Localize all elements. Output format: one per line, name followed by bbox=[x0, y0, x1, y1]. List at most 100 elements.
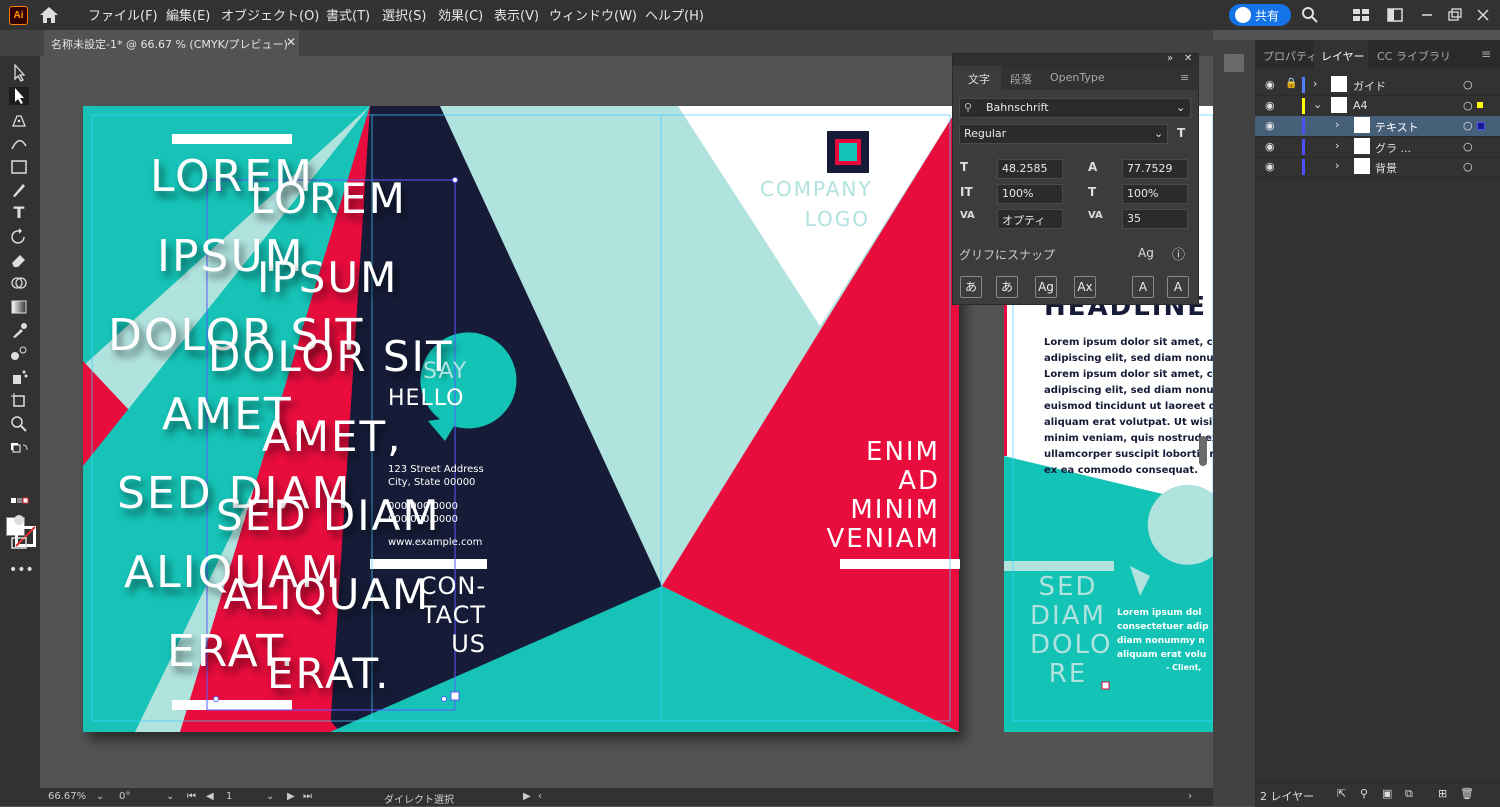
glyph-snap-angular-button[interactable]: A bbox=[1132, 276, 1154, 298]
menu-file[interactable]: ファイル(F) bbox=[88, 5, 158, 24]
tab-properties[interactable]: プロパティ bbox=[1263, 48, 1317, 64]
chevron-down-icon[interactable]: ⌄ bbox=[96, 791, 104, 802]
font-size-field[interactable]: 48.2585 bbox=[997, 159, 1063, 179]
selection-tool-icon[interactable] bbox=[9, 64, 29, 82]
comments-icon[interactable] bbox=[1224, 54, 1244, 72]
expand-chevron-icon[interactable]: › bbox=[1335, 118, 1339, 131]
font-tool-icon[interactable]: T bbox=[1177, 126, 1185, 140]
status-menu-arrow-icon[interactable]: ▶ bbox=[523, 791, 531, 802]
headline-stack-b-3[interactable]: DOLOR SIT bbox=[208, 332, 454, 381]
panel-menu-icon[interactable]: ≡ bbox=[1180, 71, 1189, 84]
target-icon[interactable]: ○ bbox=[1463, 140, 1473, 153]
screen-mode-icon[interactable] bbox=[9, 534, 29, 552]
menu-effect[interactable]: 効果(C) bbox=[438, 5, 483, 24]
target-icon[interactable]: ○ bbox=[1463, 78, 1473, 91]
eye-icon[interactable]: ◉ bbox=[1265, 78, 1275, 91]
close-panel-icon[interactable]: ✕ bbox=[1184, 53, 1192, 64]
last-artboard-icon[interactable]: ⏭ bbox=[303, 791, 312, 802]
headline-stack-b-4[interactable]: AMET, bbox=[262, 412, 403, 461]
new-sublayer-icon[interactable]: ⧉ bbox=[1405, 787, 1413, 801]
rectangle-tool-icon[interactable] bbox=[9, 158, 29, 176]
pen-tool-icon[interactable] bbox=[9, 111, 29, 129]
rotation-value[interactable]: 0° bbox=[119, 791, 130, 802]
minimize-icon[interactable] bbox=[1418, 6, 1436, 24]
blend-tool-icon[interactable] bbox=[9, 344, 29, 362]
layer-row-text[interactable]: ◉ › テキスト ○ bbox=[1255, 116, 1500, 137]
share-button[interactable]: 共有 bbox=[1229, 4, 1291, 26]
workspace-icon[interactable] bbox=[1352, 6, 1370, 24]
glyph-snap-xheight-button[interactable]: あ bbox=[996, 276, 1018, 298]
tab-opentype[interactable]: OpenType bbox=[1050, 71, 1105, 84]
collapse-chevron-icon[interactable]: ⌄ bbox=[1313, 98, 1322, 111]
scroll-left-icon[interactable]: ‹ bbox=[538, 791, 542, 802]
expand-chevron-icon[interactable]: › bbox=[1335, 159, 1339, 172]
eyedropper-tool-icon[interactable] bbox=[9, 321, 29, 339]
shape-builder-tool-icon[interactable] bbox=[9, 274, 29, 292]
glyph-snap-proximity-button[interactable]: Ax bbox=[1074, 276, 1096, 298]
next-artboard-icon[interactable]: ▶ bbox=[287, 791, 295, 802]
zoom-tool-icon[interactable] bbox=[9, 414, 29, 432]
chevron-down-icon[interactable]: ⌄ bbox=[266, 791, 274, 802]
info-icon[interactable]: ⓘ bbox=[1172, 244, 1185, 263]
layer-row-guides[interactable]: ◉ 🔒 › ガイド ○ bbox=[1255, 75, 1500, 96]
target-icon[interactable]: ○ bbox=[1463, 99, 1473, 112]
close-tab-icon[interactable]: ✕ bbox=[286, 35, 296, 49]
zoom-level[interactable]: 66.67% bbox=[48, 791, 86, 802]
menu-object[interactable]: オブジェクト(O) bbox=[221, 5, 319, 24]
layer-row-a4[interactable]: ◉ ⌄ A4 ○ bbox=[1255, 96, 1500, 117]
previous-artboard-icon[interactable]: ◀ bbox=[206, 791, 214, 802]
paintbrush-tool-icon[interactable] bbox=[9, 181, 29, 199]
expand-chevron-icon[interactable]: › bbox=[1335, 139, 1339, 152]
kerning-field[interactable]: オプティ bbox=[997, 209, 1063, 229]
eye-icon[interactable]: ◉ bbox=[1265, 99, 1275, 112]
leading-field[interactable]: 77.7529 bbox=[1122, 159, 1188, 179]
home-icon[interactable] bbox=[38, 5, 60, 25]
menu-edit[interactable]: 編集(E) bbox=[166, 5, 210, 24]
tab-cc-libraries[interactable]: CC ライブラリ bbox=[1377, 48, 1451, 64]
direct-selection-tool-icon[interactable] bbox=[9, 87, 29, 105]
eraser-tool-icon[interactable] bbox=[9, 251, 29, 269]
glyph-snap-anchor-button[interactable]: A bbox=[1167, 276, 1189, 298]
panel-menu-icon[interactable]: ≡ bbox=[1481, 47, 1491, 61]
font-family-field[interactable]: ⚲ Bahnschrift ⌄ bbox=[959, 98, 1191, 118]
glyph-snap-baseline-button[interactable]: あ bbox=[960, 276, 982, 298]
font-style-field[interactable]: Regular ⌄ bbox=[959, 124, 1168, 144]
menu-window[interactable]: ウィンドウ(W) bbox=[549, 5, 637, 24]
horizontal-scale-field[interactable]: 100% bbox=[1122, 184, 1188, 204]
headline-stack-b-2[interactable]: IPSUM bbox=[257, 253, 398, 302]
menu-type[interactable]: 書式(T) bbox=[326, 5, 370, 24]
scroll-right-icon[interactable]: › bbox=[1188, 791, 1192, 802]
rotate-tool-icon[interactable] bbox=[9, 228, 29, 246]
vertical-scrollbar-thumb[interactable] bbox=[1199, 436, 1207, 466]
tab-paragraph[interactable]: 段落 bbox=[1010, 71, 1032, 87]
chevron-down-icon[interactable]: ⌄ bbox=[166, 791, 174, 802]
tracking-field[interactable]: 35 bbox=[1122, 209, 1188, 229]
target-icon[interactable]: ○ bbox=[1463, 160, 1473, 173]
document-tab[interactable]: 名称未設定-1* @ 66.67 % (CMYK/プレビュー) ✕ bbox=[44, 30, 299, 56]
export-icon[interactable]: ⇱ bbox=[1337, 787, 1346, 800]
clipping-mask-icon[interactable]: ▣ bbox=[1382, 787, 1392, 800]
arrange-documents-icon[interactable] bbox=[1386, 6, 1404, 24]
panel-title-bar[interactable] bbox=[953, 54, 1198, 66]
first-artboard-icon[interactable]: ⏮ bbox=[187, 791, 196, 802]
menu-view[interactable]: 表示(V) bbox=[494, 5, 539, 24]
trash-icon[interactable]: 🗑 bbox=[1460, 787, 1474, 800]
target-icon[interactable]: ○ bbox=[1463, 119, 1473, 132]
headline-stack-b-6[interactable]: ALIQUAM bbox=[223, 570, 430, 619]
color-mode-icon[interactable] bbox=[9, 492, 29, 510]
artboard-number[interactable]: 1 bbox=[226, 791, 232, 802]
expand-chevron-icon[interactable]: › bbox=[1313, 77, 1317, 90]
restore-icon[interactable] bbox=[1446, 6, 1464, 24]
curvature-tool-icon[interactable] bbox=[9, 134, 29, 152]
gradient-tool-icon[interactable] bbox=[9, 298, 29, 316]
lock-icon[interactable]: 🔒 bbox=[1285, 78, 1297, 89]
selection-handle[interactable] bbox=[450, 691, 460, 701]
layer-row-background[interactable]: ◉ › 背景 ○ bbox=[1255, 157, 1500, 178]
menu-select[interactable]: 選択(S) bbox=[382, 5, 426, 24]
new-layer-icon[interactable]: ⊞ bbox=[1438, 787, 1447, 800]
close-icon[interactable] bbox=[1474, 6, 1492, 24]
eye-icon[interactable]: ◉ bbox=[1265, 140, 1275, 153]
draw-mode-icon[interactable] bbox=[9, 511, 29, 529]
search-icon[interactable] bbox=[1301, 6, 1319, 24]
find-object-icon[interactable]: ⚲ bbox=[1360, 787, 1368, 800]
